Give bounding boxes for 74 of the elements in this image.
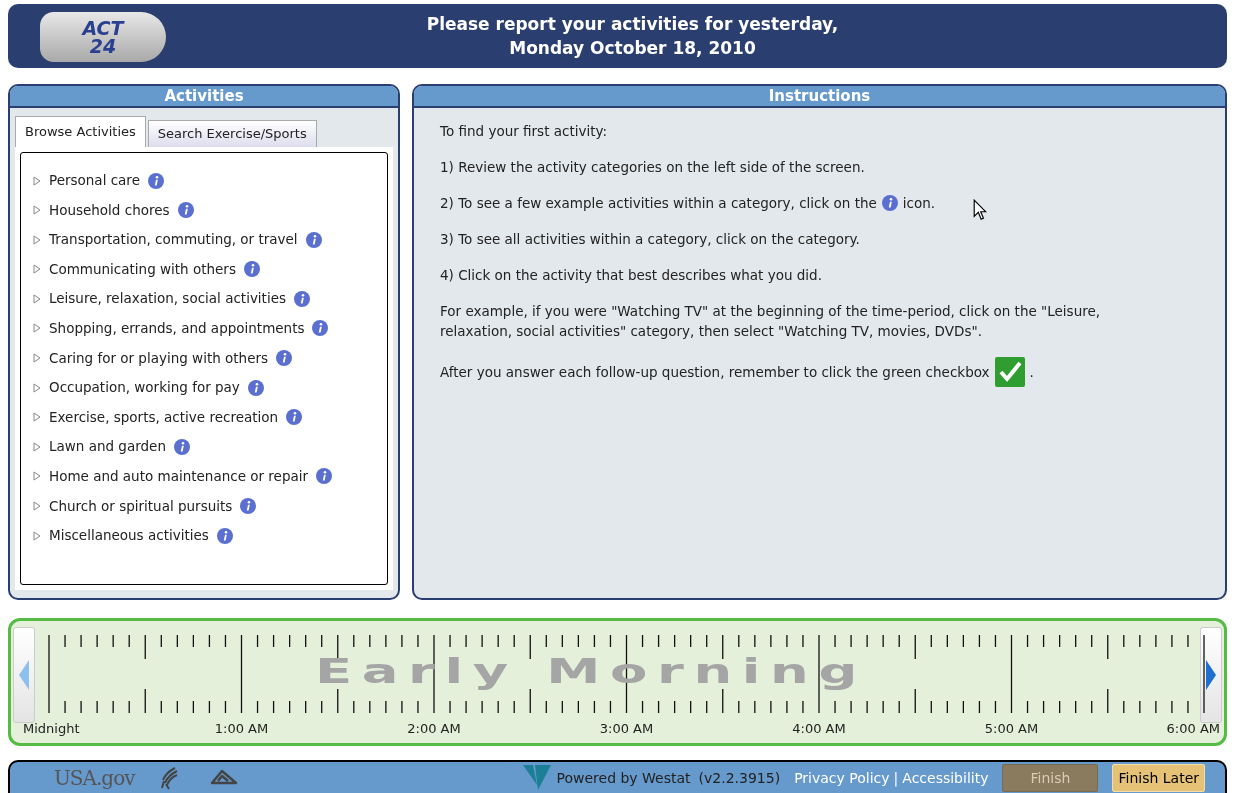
act24-logo: ACT 24 bbox=[40, 12, 166, 62]
hour-label: 6:00 AM bbox=[1166, 721, 1220, 737]
scroll-right-button[interactable] bbox=[1200, 627, 1222, 723]
checkbox-icon bbox=[994, 357, 1025, 387]
activity-category[interactable]: Personal care bbox=[49, 171, 140, 190]
finish-later-button[interactable]: Finish Later bbox=[1112, 764, 1205, 792]
link-separator: | bbox=[893, 768, 899, 789]
info-icon[interactable] bbox=[286, 409, 303, 426]
info-icon[interactable] bbox=[247, 379, 264, 396]
activity-category[interactable]: Leisure, relaxation, social activities bbox=[49, 289, 286, 309]
activity-category[interactable]: Communicating with others bbox=[49, 259, 236, 279]
info-icon[interactable] bbox=[147, 172, 164, 189]
info-icon[interactable] bbox=[881, 195, 898, 211]
activity-category[interactable]: Caring for or playing with others bbox=[49, 348, 269, 368]
info-icon[interactable] bbox=[216, 527, 233, 544]
expand-icon[interactable] bbox=[33, 293, 41, 304]
instruction-text: To find your first activity: bbox=[440, 122, 609, 141]
activity-category[interactable]: Church or spiritual pursuits bbox=[49, 496, 233, 516]
panel-title: Instructions bbox=[414, 86, 1225, 108]
version-text: (v2.2.3915) bbox=[698, 768, 781, 788]
expand-icon[interactable] bbox=[33, 530, 41, 541]
hour-label: 3:00 AM bbox=[599, 721, 654, 737]
hour-label: Midnight bbox=[23, 721, 80, 737]
activity-category[interactable]: Transportation, commuting, or travel bbox=[49, 230, 298, 250]
expand-icon[interactable] bbox=[33, 205, 41, 216]
activity-category[interactable]: Miscellaneous activities bbox=[49, 526, 209, 546]
left-arrow-icon bbox=[19, 658, 29, 692]
expand-icon[interactable] bbox=[33, 234, 41, 245]
expand-icon[interactable] bbox=[33, 471, 41, 482]
activity-category[interactable]: Home and auto maintenance or repair bbox=[49, 466, 309, 486]
westat-logo-icon bbox=[522, 765, 551, 791]
instruction-text: icon. bbox=[902, 194, 936, 213]
expand-icon[interactable] bbox=[33, 264, 41, 275]
info-icon[interactable] bbox=[243, 261, 260, 278]
instruction-text: For example, if you were "Watching TV" at the beginning of the time-period, click on the "Leisure, relaxation, social activities" category, then select "Watching TV, movies, DVDs". bbox=[440, 302, 1102, 341]
info-icon[interactable] bbox=[305, 231, 322, 248]
info-icon[interactable] bbox=[240, 498, 257, 515]
hour-label: 4:00 AM bbox=[792, 721, 846, 737]
info-icon[interactable] bbox=[316, 468, 333, 485]
expand-icon[interactable] bbox=[33, 353, 41, 364]
header-date: Monday October 18, 2010 bbox=[509, 37, 756, 60]
hour-label: 2:00 AM bbox=[407, 721, 461, 737]
expand-icon[interactable] bbox=[33, 382, 41, 393]
info-icon[interactable] bbox=[276, 350, 293, 367]
activity-category[interactable]: Shopping, errands, and appointments bbox=[49, 318, 305, 338]
tab[interactable]: Search Exercise/Sports bbox=[147, 120, 317, 147]
instruction-text: 2) To see a few example activities within a category, click on the bbox=[440, 194, 877, 213]
instruction-text: 3) To see all activities within a category, click on the category. bbox=[440, 230, 861, 249]
expand-icon[interactable] bbox=[33, 501, 41, 512]
activity-category[interactable]: Occupation, working for pay bbox=[49, 378, 240, 398]
tab[interactable]: Browse Activities bbox=[15, 116, 146, 147]
expand-icon[interactable] bbox=[33, 175, 41, 186]
expand-icon[interactable] bbox=[33, 323, 41, 334]
instruction-text: After you answer each follow-up question, remember to click the green checkbox bbox=[440, 363, 990, 382]
panel-title: Activities bbox=[10, 86, 398, 108]
header-title: Please report your activities for yesterday, bbox=[426, 13, 839, 36]
powered-by-text: Powered by Westat bbox=[556, 768, 691, 788]
instruction-text: 4) Click on the activity that best describes what you did. bbox=[440, 266, 823, 285]
activity-category[interactable]: Lawn and garden bbox=[49, 437, 166, 457]
cursor-icon bbox=[973, 199, 987, 221]
scroll-left-button[interactable] bbox=[13, 627, 35, 723]
instruction-text: 1) Review the activity categories on the left side of the screen. bbox=[440, 158, 866, 177]
instruction-text: . bbox=[1029, 363, 1034, 382]
info-icon[interactable] bbox=[294, 290, 310, 307]
info-icon[interactable] bbox=[173, 438, 190, 455]
right-arrow-icon bbox=[1206, 658, 1216, 692]
info-icon[interactable] bbox=[177, 202, 194, 219]
activity-category[interactable]: Exercise, sports, active recreation bbox=[49, 407, 279, 427]
activity-category[interactable]: Household chores bbox=[49, 200, 170, 220]
info-icon[interactable] bbox=[312, 320, 329, 337]
hour-label: 5:00 AM bbox=[984, 721, 1039, 737]
hour-label: 1:00 AM bbox=[214, 721, 269, 737]
expand-icon[interactable] bbox=[33, 441, 41, 452]
expand-icon[interactable] bbox=[33, 412, 41, 423]
